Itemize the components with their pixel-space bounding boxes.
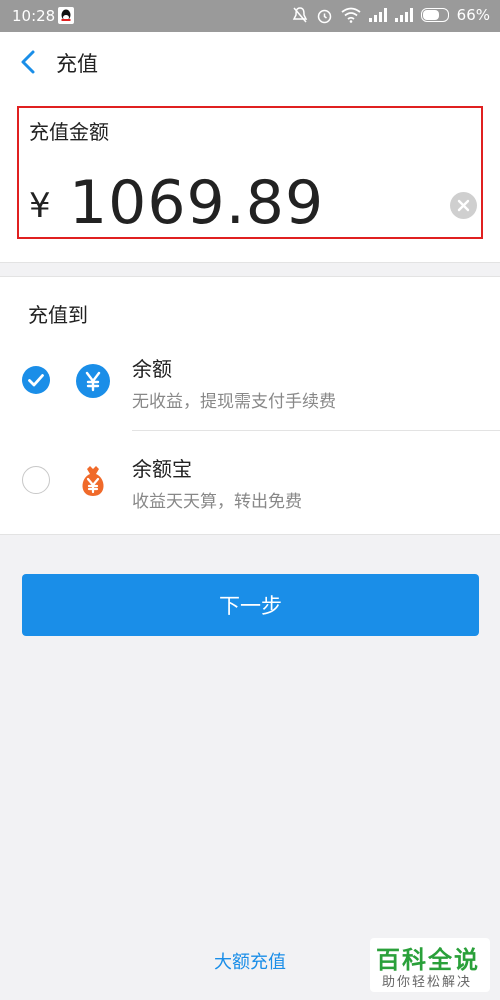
- amount-card: 充值金额 ¥ 1069.89: [0, 92, 500, 263]
- option-balance-desc: 无收益，提现需支付手续费: [132, 392, 336, 412]
- status-time: 10:28: [12, 7, 56, 25]
- watermark-title: 百科全说: [376, 946, 480, 974]
- status-icons: 66%: [292, 6, 490, 24]
- signal-icon-2: [394, 8, 413, 22]
- signal-icon-1: [368, 8, 387, 22]
- option-divider: [132, 430, 500, 431]
- yen-circle-icon: [76, 364, 110, 398]
- amount-label: 充值金额: [29, 120, 109, 144]
- currency-symbol: ¥: [29, 186, 51, 226]
- checkmark-icon: [28, 374, 44, 387]
- money-bag-icon: [82, 466, 104, 496]
- watermark-subtitle: 助你轻松解决: [382, 975, 473, 990]
- mute-bell-icon: [292, 7, 307, 23]
- close-icon: [457, 199, 470, 212]
- status-bar: 10:28 66%: [0, 0, 500, 32]
- recharge-target-card: 充值到 余额 无收益，提现需支付手续费 余额宝 收益天天算，转出免费: [0, 276, 500, 535]
- alarm-icon: [317, 9, 331, 23]
- battery-percent: 66%: [456, 6, 490, 24]
- amount-input[interactable]: 1069.89: [69, 168, 324, 238]
- option-yuebao[interactable]: 余额宝 收益天天算，转出免费: [0, 435, 500, 535]
- next-step-button[interactable]: 下一步: [22, 574, 479, 636]
- battery-icon: [420, 8, 449, 22]
- option-yuebao-name: 余额宝: [132, 457, 192, 481]
- option-balance[interactable]: 余额 无收益，提现需支付手续费: [0, 335, 500, 435]
- qq-notification-icon: [58, 7, 74, 24]
- wifi-icon: [341, 7, 361, 23]
- radio-unchecked[interactable]: [22, 466, 50, 494]
- back-arrow-icon[interactable]: [18, 49, 40, 75]
- clear-amount-button[interactable]: [450, 192, 477, 219]
- option-balance-name: 余额: [132, 357, 172, 381]
- top-nav-bar: 充值: [0, 32, 500, 93]
- page-title: 充值: [56, 52, 98, 76]
- watermark-logo: 百科全说 助你轻松解决: [370, 938, 490, 992]
- option-yuebao-desc: 收益天天算，转出免费: [132, 492, 302, 512]
- radio-checked[interactable]: [22, 366, 50, 394]
- amount-highlight-box: 充值金额 ¥ 1069.89: [17, 106, 483, 239]
- recharge-target-title: 充值到: [28, 303, 88, 327]
